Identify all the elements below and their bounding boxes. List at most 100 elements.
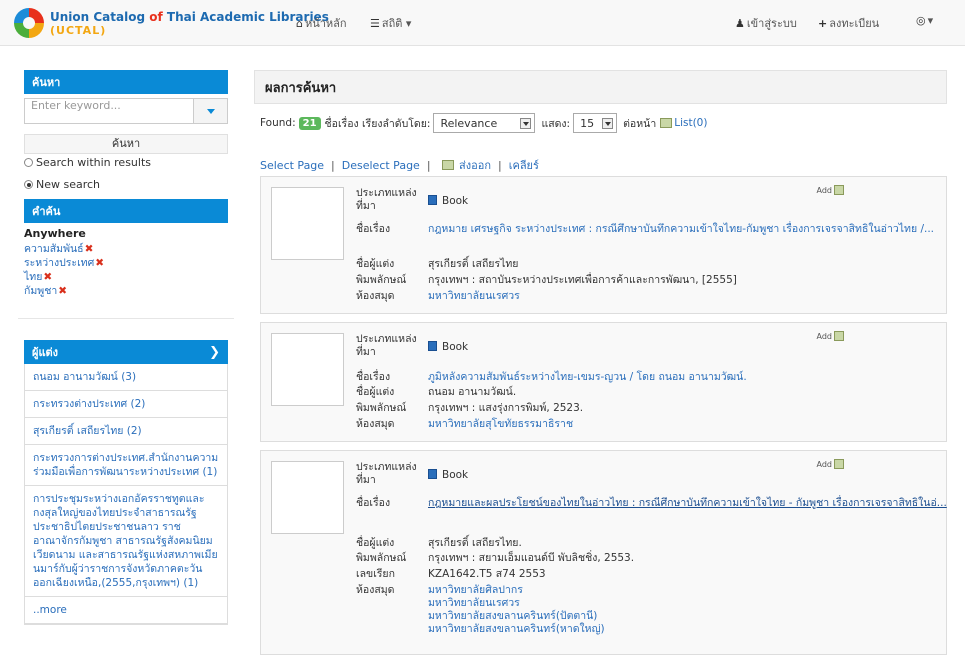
facet-item-author[interactable]: สุรเกียรติ์ เสถียรไทย (2) xyxy=(25,418,227,445)
field-label: ชื่อเรื่อง xyxy=(356,371,391,383)
list-cart-icon xyxy=(660,118,673,128)
author-value: สุรเกียรติ์ เสถียรไทย. xyxy=(428,537,522,549)
field-label: ชื่อผู้แต่ง xyxy=(356,537,395,549)
home-icon: ⌂ xyxy=(296,17,303,30)
authors-facet-list: ถนอม อานามวัฒน์ (3) กระทรวงต่างประเทศ (2… xyxy=(24,364,228,625)
result-title-link[interactable]: ภูมิหลังความสัมพันธ์ระหว่างไทย-เขมร-ญวน … xyxy=(428,371,747,383)
facet-item-author[interactable]: ถนอม อานามวัฒน์ (3) xyxy=(25,364,227,391)
dropdown-arrow-icon xyxy=(602,117,614,129)
top-navbar: Union Catalog of Thai Academic Libraries… xyxy=(0,0,965,46)
cart-add-icon xyxy=(834,331,844,341)
radio-selected-icon xyxy=(24,180,33,189)
terms-panel-header: คำค้น xyxy=(24,199,228,223)
export-link[interactable]: ส่งออก xyxy=(459,159,491,172)
field-label: ห้องสมุด xyxy=(356,290,395,302)
clear-link[interactable]: เคลียร์ xyxy=(509,159,539,172)
result-card: Add ประเภทแหล่งที่มา Book ชื่อเรื่อง ภูม… xyxy=(260,322,947,442)
chevron-right-icon: ❯ xyxy=(209,344,220,360)
authors-facet-header[interactable]: ผู้แต่ง ❯ xyxy=(24,340,228,364)
field-label: ชื่อผู้แต่ง xyxy=(356,258,395,270)
field-label: ชื่อเรื่อง xyxy=(356,223,391,235)
divider xyxy=(18,318,234,319)
library-link[interactable]: มหาวิทยาลัยศิลปากร xyxy=(428,584,523,596)
resource-type: Book xyxy=(442,341,469,353)
globe-icon: ◎ xyxy=(916,14,926,27)
field-label: ประเภทแหล่งที่มา xyxy=(356,187,417,212)
book-icon xyxy=(428,341,437,351)
nav-stats-dropdown[interactable]: ☰ สถิติ ▾ xyxy=(370,14,411,32)
radio-icon xyxy=(24,158,33,167)
cover-thumbnail[interactable] xyxy=(271,333,344,406)
saved-list-link[interactable]: List(0) xyxy=(674,117,707,129)
result-count-badge: 21 xyxy=(298,116,321,130)
brand-title[interactable]: Union Catalog of Thai Academic Libraries xyxy=(50,10,329,24)
results-title: ผลการค้นหา xyxy=(254,70,947,104)
remove-term-icon[interactable]: ✖ xyxy=(58,285,67,297)
resource-type: Book xyxy=(442,469,469,481)
facet-item-author[interactable]: กระทรวงต่างประเทศ (2) xyxy=(25,391,227,418)
publisher-value: กรุงเทพฯ : แสงรุ่งการพิมพ์, 2523. xyxy=(428,402,584,414)
result-card: Add ประเภทแหล่งที่มา Book ชื่อเรื่อง กฎห… xyxy=(260,176,947,314)
cover-thumbnail[interactable] xyxy=(271,187,344,260)
book-icon xyxy=(428,469,437,479)
library-link[interactable]: มหาวิทยาลัยนเรศวร xyxy=(428,290,520,302)
add-to-list-button[interactable]: Add xyxy=(817,331,844,341)
search-within-results-radio[interactable]: Search within results xyxy=(24,156,151,169)
selection-actions: Select Page | Deselect Page | ส่งออก | เ… xyxy=(260,159,539,172)
list-icon: ☰ xyxy=(370,17,380,30)
nav-home-link[interactable]: ⌂ หน้าหลัก xyxy=(296,14,347,32)
select-page-link[interactable]: Select Page xyxy=(260,159,324,172)
field-label: ชื่อผู้แต่ง xyxy=(356,386,395,398)
nav-register-link[interactable]: + ลงทะเบียน xyxy=(818,14,879,32)
cart-add-icon xyxy=(834,185,844,195)
field-label: ประเภทแหล่งที่มา xyxy=(356,333,417,358)
book-icon xyxy=(428,195,437,205)
nav-login-link[interactable]: ♟ เข้าสู่ระบบ xyxy=(735,14,797,32)
result-card: Add ประเภทแหล่งที่มา Book ชื่อเรื่อง กฎห… xyxy=(260,450,947,655)
nav-language-dropdown[interactable]: ◎ ▾ xyxy=(916,14,933,27)
resource-type: Book xyxy=(442,195,469,207)
search-term[interactable]: กัมพูชา✖ xyxy=(24,282,67,299)
cover-thumbnail[interactable] xyxy=(271,461,344,534)
new-search-radio[interactable]: New search xyxy=(24,178,100,191)
author-value: สุรเกียรติ์ เสถียรไทย xyxy=(428,258,519,270)
search-panel-header: ค้นหา xyxy=(24,70,228,94)
library-link[interactable]: มหาวิทยาลัยสงขลานครินทร์(หาดใหญ่) xyxy=(428,623,605,635)
field-label: พิมพลักษณ์ xyxy=(356,552,407,564)
deselect-page-link[interactable]: Deselect Page xyxy=(342,159,420,172)
facet-more-link[interactable]: ..more xyxy=(25,597,227,624)
field-label: พิมพลักษณ์ xyxy=(356,402,407,414)
export-icon xyxy=(441,160,454,170)
add-to-list-button[interactable]: Add xyxy=(817,459,844,469)
field-label: ประเภทแหล่งที่มา xyxy=(356,461,417,486)
call-number-value: KZA1642.T5 ส74 2553 xyxy=(428,568,546,580)
cart-add-icon xyxy=(834,459,844,469)
publisher-value: กรุงเทพฯ : สยามเอ็มแอนด์บี พับลิชชิ่ง, 2… xyxy=(428,552,635,564)
dropdown-arrow-icon xyxy=(520,117,532,129)
field-label: ห้องสมุด xyxy=(356,418,395,430)
page-size-select[interactable]: 15 xyxy=(573,113,618,133)
library-link[interactable]: มหาวิทยาลัยนเรศวร xyxy=(428,597,520,609)
library-link[interactable]: มหาวิทยาลัยสงขลานครินทร์(ปัตตานี) xyxy=(428,610,597,622)
result-title-link[interactable]: กฎหมาย เศรษฐกิจ ระหว่างประเทศ : กรณีศึกษ… xyxy=(428,223,934,235)
add-to-list-button[interactable]: Add xyxy=(817,185,844,195)
remove-term-icon[interactable]: ✖ xyxy=(95,257,104,269)
publisher-value: กรุงเทพฯ : สถาบันระหว่างประเทศเพื่อการค้… xyxy=(428,274,737,286)
field-label: ชื่อเรื่อง xyxy=(356,497,391,509)
field-label: ห้องสมุด xyxy=(356,584,395,596)
facet-item-author[interactable]: การประชุมระหว่างเอกอัครราชทูตและกงสุลใหญ… xyxy=(25,486,227,597)
facet-item-author[interactable]: กระทรวงการต่างประเทศ.สำนักงานความร่วมมือ… xyxy=(25,445,227,486)
search-input[interactable]: Enter keyword... xyxy=(24,98,194,124)
search-options-dropdown[interactable] xyxy=(194,98,228,124)
uctal-logo-icon[interactable] xyxy=(14,8,44,38)
sort-select[interactable]: Relevance xyxy=(433,113,536,133)
result-title-link[interactable]: กฎหมายและผลประโยชน์ของไทยในอ่าวไทย : กรณ… xyxy=(428,497,947,509)
brand-subtitle: (UCTAL) xyxy=(50,24,107,37)
library-link[interactable]: มหาวิทยาลัยสุโขทัยธรรมาธิราช xyxy=(428,418,573,430)
field-label: เลขเรียก xyxy=(356,568,395,580)
author-value: ถนอม อานามวัฒน์. xyxy=(428,386,517,398)
field-label: พิมพลักษณ์ xyxy=(356,274,407,286)
search-button[interactable]: ค้นหา xyxy=(24,134,228,154)
results-toolbar: Found: 21 ชื่อเรื่อง เรียงลำดับโดย: Rele… xyxy=(260,113,707,133)
terms-field-label: Anywhere xyxy=(24,227,86,240)
